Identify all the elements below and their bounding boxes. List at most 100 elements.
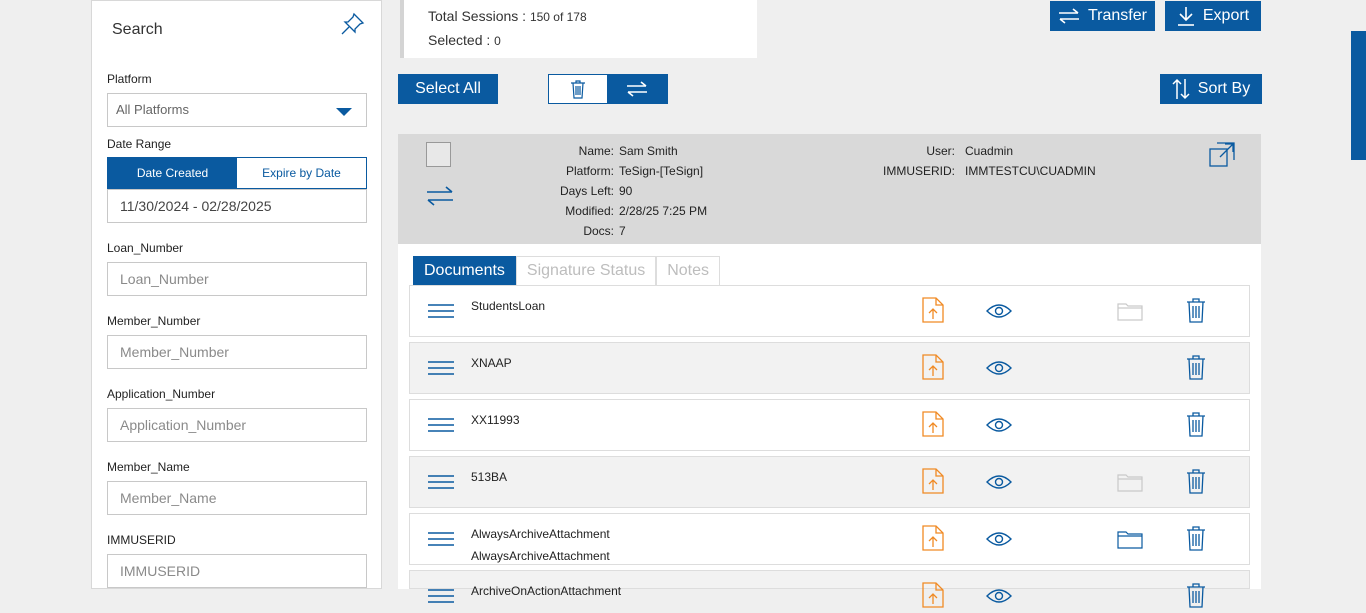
menu-icon[interactable] (428, 303, 454, 324)
loan-number-input[interactable]: Loan_Number (107, 262, 367, 296)
platform-label: Platform (107, 72, 152, 86)
scrollbar-thumb[interactable] (1351, 31, 1366, 160)
transfer-icon (1059, 8, 1079, 24)
document-row: XNAAP (409, 342, 1250, 394)
search-sidebar: Search Platform All Platforms Date Range… (91, 0, 382, 589)
session-days-left: 90 (619, 184, 633, 198)
menu-icon[interactable] (428, 474, 454, 495)
view-eye-icon[interactable] (986, 588, 1012, 609)
document-name-line1: StudentsLoan (471, 299, 546, 313)
transfer-button[interactable]: Transfer (1050, 1, 1155, 31)
member-name-input[interactable]: Member_Name (107, 481, 367, 515)
name-key: Name: (578, 144, 614, 158)
document-name-line1: AlwaysArchiveAttachment (471, 527, 610, 541)
folder-icon[interactable] (1117, 301, 1143, 326)
application-number-input[interactable]: Application_Number (107, 408, 367, 442)
view-eye-icon[interactable] (986, 417, 1012, 438)
menu-icon[interactable] (428, 360, 454, 381)
bulk-action-group (548, 74, 668, 104)
platform-select[interactable]: All Platforms (107, 93, 367, 127)
document-name: XNAAP (471, 352, 512, 374)
document-name: 513BA (471, 466, 507, 488)
document-row: 513BA (409, 456, 1250, 508)
view-eye-icon[interactable] (986, 531, 1012, 552)
selected-value: 0 (494, 34, 501, 48)
total-sessions-value: 150 of 178 (529, 10, 587, 24)
platform-key: Platform: (565, 164, 614, 178)
upload-file-icon[interactable] (922, 525, 944, 556)
document-name-line2: AlwaysArchiveAttachment (471, 549, 610, 563)
document-name-line1: ArchiveOnActionAttachment (471, 584, 622, 598)
trash-icon[interactable] (1186, 468, 1206, 499)
document-name-line1: XX11993 (471, 413, 520, 427)
immuserid-key: IMMUSERID: (883, 164, 955, 178)
tab-signature-status[interactable]: Signature Status (515, 256, 657, 286)
select-all-button[interactable]: Select All (398, 74, 498, 104)
session-card-header: Name: Sam Smith Platform: TeSign-[TeSign… (398, 134, 1261, 244)
modified-key: Modified: (565, 204, 614, 218)
view-eye-icon[interactable] (986, 474, 1012, 495)
document-name: StudentsLoan (471, 295, 545, 317)
bulk-transfer-button[interactable] (607, 75, 667, 103)
menu-icon[interactable] (428, 588, 454, 609)
document-row: XX11993 (409, 399, 1250, 451)
tab-notes[interactable]: Notes (656, 256, 721, 286)
tab-documents[interactable]: Documents (413, 256, 516, 286)
trash-icon[interactable] (1186, 525, 1206, 556)
days-left-key: Days Left: (559, 184, 614, 198)
sort-by-button[interactable]: Sort By (1160, 74, 1262, 104)
total-sessions: Total Sessions : 150 of 178 (428, 8, 587, 24)
document-name: ArchiveOnActionAttachment (471, 580, 621, 602)
menu-icon[interactable] (428, 531, 454, 552)
upload-file-icon[interactable] (922, 354, 944, 385)
date-range-label: Date Range (107, 137, 172, 151)
folder-icon[interactable] (1117, 529, 1143, 554)
trash-icon[interactable] (1186, 411, 1206, 442)
session-immuserid: IMMTESTCU\CUADMIN (965, 164, 1096, 178)
sidebar-title: Search (112, 21, 163, 38)
download-icon (1177, 7, 1194, 26)
application-number-label: Application_Number (107, 387, 216, 401)
trash-icon[interactable] (1186, 582, 1206, 613)
view-eye-icon[interactable] (986, 303, 1012, 324)
loan-number-label: Loan_Number (107, 241, 184, 255)
transfer-icon (627, 81, 647, 97)
menu-icon[interactable] (428, 417, 454, 438)
member-number-input[interactable]: Member_Number (107, 335, 367, 369)
document-row: StudentsLoan (409, 285, 1250, 337)
document-name: XX11993 (471, 409, 520, 431)
upload-file-icon[interactable] (922, 468, 944, 499)
session-checkbox[interactable] (426, 142, 451, 167)
open-external-icon[interactable] (1209, 142, 1235, 173)
date-range-input[interactable]: 11/30/2024 - 02/28/2025 (107, 189, 367, 223)
member-name-label: Member_Name (107, 460, 190, 474)
session-transfer-icon[interactable] (426, 185, 454, 212)
immuserid-label: IMMUSERID (107, 533, 176, 547)
view-eye-icon[interactable] (986, 360, 1012, 381)
selected-count: Selected : 0 (428, 32, 501, 48)
folder-icon[interactable] (1117, 472, 1143, 497)
document-row: ArchiveOnActionAttachment (409, 570, 1250, 608)
immuserid-input[interactable]: IMMUSERID (107, 554, 367, 588)
upload-file-icon[interactable] (922, 411, 944, 442)
pin-icon[interactable] (340, 11, 366, 37)
trash-icon (571, 80, 585, 99)
document-row: AlwaysArchiveAttachment AlwaysArchiveAtta… (409, 513, 1250, 565)
session-modified: 2/28/25 7:25 PM (619, 204, 708, 218)
export-button[interactable]: Export (1165, 1, 1261, 31)
chevron-down-icon (336, 108, 352, 116)
document-name: AlwaysArchiveAttachment AlwaysArchiveAtta… (471, 523, 610, 567)
tab-expire-by-date[interactable]: Expire by Date (237, 158, 366, 188)
trash-icon[interactable] (1186, 297, 1206, 328)
trash-icon[interactable] (1186, 354, 1206, 385)
export-label: Export (1202, 7, 1250, 24)
platform-select-value: All Platforms (116, 102, 189, 117)
session-summary: Total Sessions : 150 of 178 Selected : 0 (400, 0, 757, 58)
bulk-delete-button[interactable] (549, 75, 607, 103)
session-name: Sam Smith (619, 144, 678, 158)
upload-file-icon[interactable] (922, 297, 944, 328)
tab-date-created[interactable]: Date Created (108, 158, 237, 188)
document-tabs: Documents Signature Status Notes (413, 256, 721, 286)
session-docs: 7 (619, 224, 626, 238)
upload-file-icon[interactable] (922, 582, 944, 613)
